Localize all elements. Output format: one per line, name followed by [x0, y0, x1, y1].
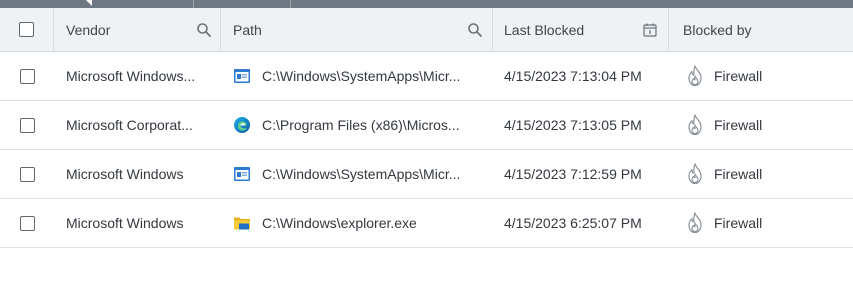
tab-divider [193, 0, 194, 8]
firewall-flame-icon [688, 212, 702, 234]
row-checkbox[interactable] [19, 166, 35, 182]
row-check-cell [0, 101, 54, 149]
blocked-by-value: Firewall [714, 68, 763, 84]
table-header: Vendor Path Last Blocked Blocked by [0, 8, 853, 52]
path-cell: C:\Windows\SystemApps\Micr... [221, 150, 493, 198]
path-cell: C:\Program Files (x86)\Micros... [221, 101, 493, 149]
vendor-value: Microsoft Corporat... [66, 117, 193, 133]
select-all-cell [0, 8, 54, 51]
blocked-by-header-label: Blocked by [683, 21, 752, 38]
table-row[interactable]: Microsoft Windows... C:\Windows\SystemAp… [0, 52, 853, 101]
vendor-cell: Microsoft Windows [54, 199, 221, 247]
column-header-blocked-by[interactable]: Blocked by [669, 8, 853, 51]
path-value: C:\Windows\SystemApps\Micr... [262, 166, 461, 182]
column-header-vendor[interactable]: Vendor [54, 8, 221, 51]
table-row[interactable]: Microsoft Corporat... C:\Program Files (… [0, 101, 853, 150]
last-blocked-value: 4/15/2023 7:13:05 PM [504, 117, 642, 133]
last-blocked-header-label: Last Blocked [504, 21, 585, 38]
blocked-by-cell: Firewall [669, 101, 853, 149]
firewall-flame-icon [688, 65, 702, 87]
table-row[interactable]: Microsoft Windows C:\Windows\SystemApps\… [0, 150, 853, 199]
path-cell: C:\Windows\explorer.exe [221, 199, 493, 247]
path-cell: C:\Windows\SystemApps\Micr... [221, 52, 493, 100]
vendor-value: Microsoft Windows [66, 215, 184, 231]
last-blocked-value: 4/15/2023 6:25:07 PM [504, 215, 642, 231]
last-blocked-cell: 4/15/2023 7:13:04 PM [493, 52, 669, 100]
tab-divider [290, 0, 291, 8]
row-check-cell [0, 150, 54, 198]
last-blocked-value: 4/15/2023 7:12:59 PM [504, 166, 642, 182]
firewall-flame-icon [688, 163, 702, 185]
tab-notch [86, 0, 92, 6]
blocked-by-value: Firewall [714, 215, 763, 231]
vendor-cell: Microsoft Corporat... [54, 101, 221, 149]
row-checkbox[interactable] [19, 117, 35, 133]
last-blocked-value: 4/15/2023 7:13:04 PM [504, 68, 642, 84]
search-icon[interactable] [467, 22, 483, 38]
folder-icon [234, 217, 250, 230]
last-blocked-cell: 4/15/2023 7:12:59 PM [493, 150, 669, 198]
path-value: C:\Windows\SystemApps\Micr... [262, 68, 461, 84]
blocked-by-cell: Firewall [669, 52, 853, 100]
calendar-icon[interactable] [642, 22, 658, 38]
search-icon[interactable] [196, 22, 212, 38]
column-header-last-blocked[interactable]: Last Blocked [493, 8, 669, 51]
column-header-path[interactable]: Path [221, 8, 493, 51]
path-header-label: Path [233, 21, 262, 38]
blocked-apps-table: Vendor Path Last Blocked Blocked by Micr… [0, 8, 853, 248]
path-value: C:\Windows\explorer.exe [262, 215, 417, 231]
select-all-checkbox[interactable] [19, 22, 34, 37]
windows-app-icon [234, 69, 250, 83]
row-check-cell [0, 199, 54, 247]
last-blocked-cell: 4/15/2023 7:13:05 PM [493, 101, 669, 149]
row-checkbox[interactable] [19, 68, 35, 84]
edge-browser-icon [234, 117, 250, 133]
window-top-bar [0, 0, 853, 8]
path-value: C:\Program Files (x86)\Micros... [262, 117, 460, 133]
blocked-by-cell: Firewall [669, 199, 853, 247]
row-checkbox[interactable] [19, 215, 35, 231]
vendor-cell: Microsoft Windows... [54, 52, 221, 100]
windows-app-icon [234, 167, 250, 181]
vendor-value: Microsoft Windows... [66, 68, 196, 84]
vendor-value: Microsoft Windows [66, 166, 184, 182]
last-blocked-cell: 4/15/2023 6:25:07 PM [493, 199, 669, 247]
row-check-cell [0, 52, 54, 100]
blocked-by-value: Firewall [714, 166, 763, 182]
table-row[interactable]: Microsoft Windows C:\Windows\explorer.ex… [0, 199, 853, 248]
blocked-by-cell: Firewall [669, 150, 853, 198]
firewall-flame-icon [688, 114, 702, 136]
vendor-header-label: Vendor [66, 21, 111, 38]
blocked-by-value: Firewall [714, 117, 763, 133]
vendor-cell: Microsoft Windows [54, 150, 221, 198]
